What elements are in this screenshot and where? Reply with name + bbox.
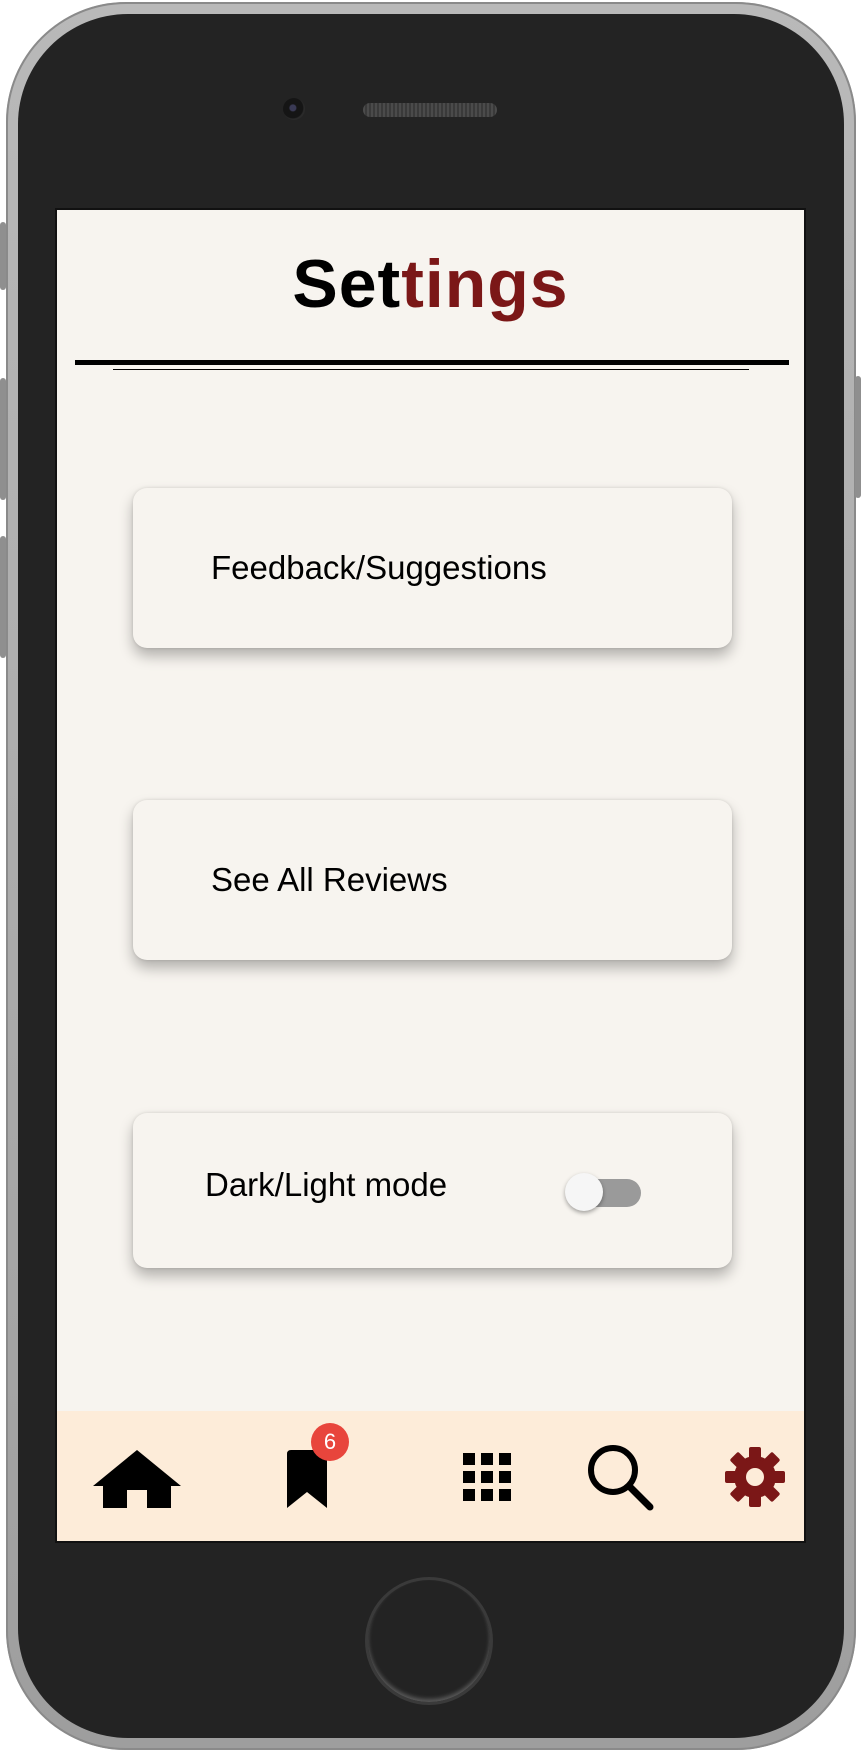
page-title-part1: Set (292, 246, 402, 322)
home-icon (93, 1450, 181, 1508)
gear-icon (725, 1447, 785, 1507)
bottom-nav: 6 (57, 1411, 804, 1541)
saved-count-badge: 6 (311, 1423, 349, 1461)
header-divider-thin (113, 369, 749, 370)
toggle-knob (565, 1173, 603, 1211)
power-button (855, 376, 861, 498)
feedback-label: Feedback/Suggestions (211, 549, 547, 586)
page-title-part2: tings (401, 246, 569, 322)
search-icon (588, 1445, 654, 1511)
page-title: Settings (57, 250, 804, 318)
nav-settings[interactable] (705, 1411, 804, 1541)
see-all-reviews-label: See All Reviews (211, 861, 448, 898)
volume-up-button (0, 378, 6, 500)
nav-search[interactable] (565, 1411, 675, 1541)
see-all-reviews-button[interactable]: See All Reviews (133, 800, 732, 960)
theme-setting-card: Dark/Light mode (133, 1113, 732, 1268)
grid-icon (463, 1453, 511, 1501)
theme-toggle[interactable] (565, 1173, 641, 1211)
earpiece-speaker (363, 103, 497, 117)
nav-saved[interactable]: 6 (257, 1411, 357, 1541)
feedback-button[interactable]: Feedback/Suggestions (133, 488, 732, 648)
home-hardware-button[interactable] (365, 1577, 493, 1705)
app-screen: Settings Feedback/Suggestions See All Re… (55, 208, 806, 1543)
nav-home[interactable] (87, 1411, 187, 1541)
nav-categories[interactable] (437, 1411, 537, 1541)
header-divider (75, 360, 789, 365)
volume-down-button (0, 536, 6, 658)
front-camera (283, 98, 305, 120)
mute-switch (0, 222, 6, 290)
theme-label: Dark/Light mode (205, 1166, 448, 1203)
